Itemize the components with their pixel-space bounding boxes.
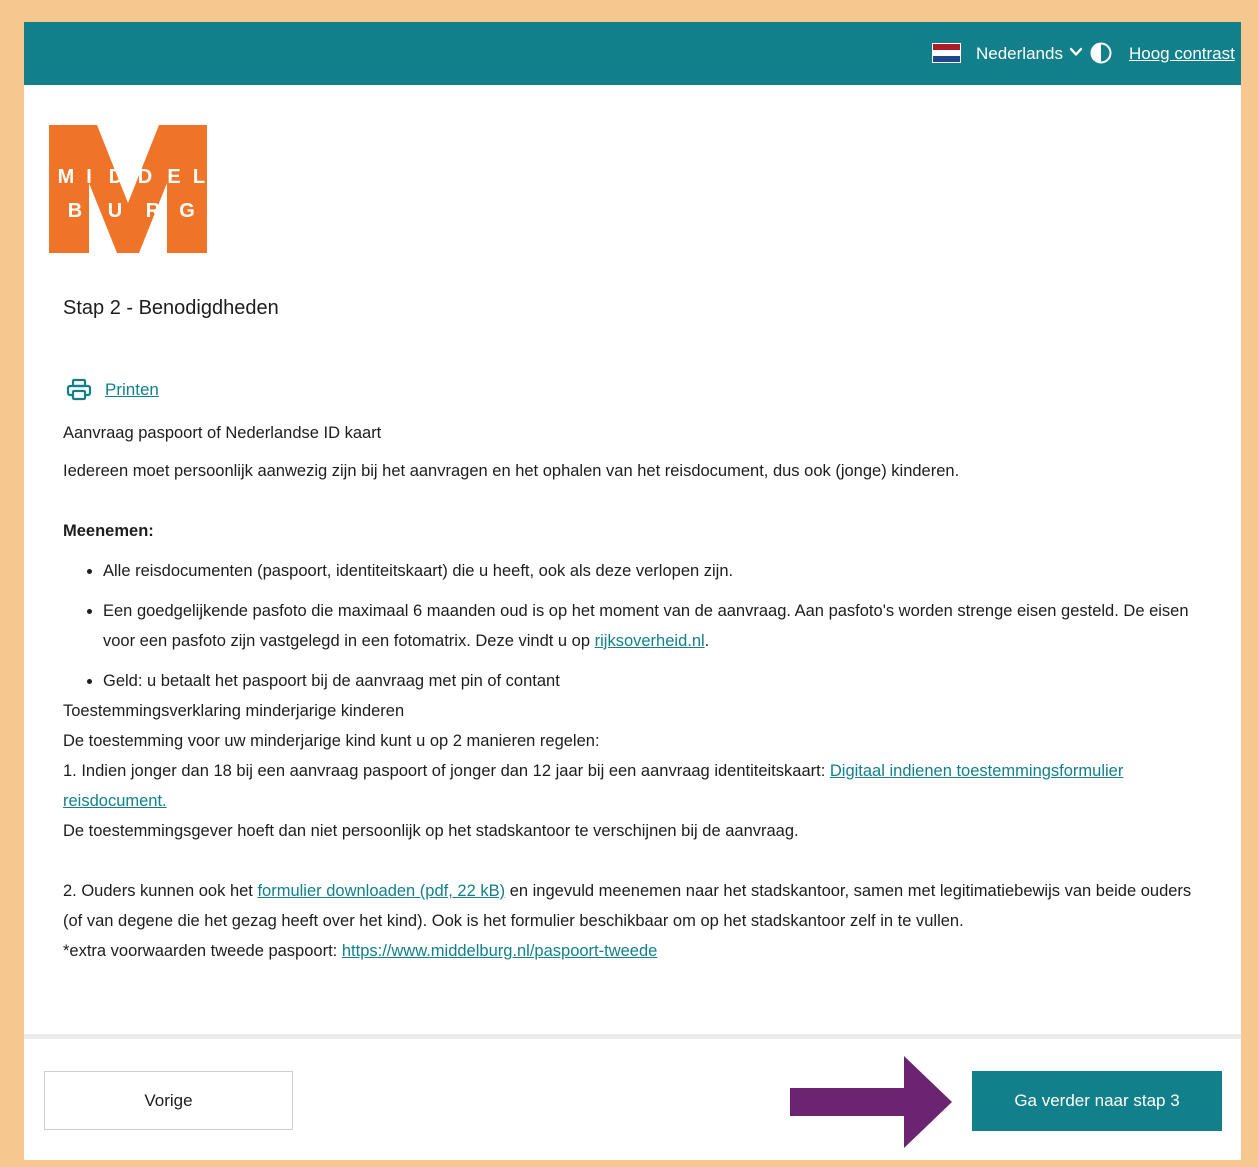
bring-label: Meenemen: — [63, 522, 154, 540]
print-link[interactable]: Printen — [105, 380, 159, 400]
high-contrast-link[interactable]: Hoog contrast — [1129, 43, 1235, 65]
content-heading: Aanvraag paspoort of Nederlandse ID kaar… — [63, 424, 382, 442]
language-selector[interactable]: Nederlands — [976, 43, 1063, 65]
top-bar: Nederlands Hoog contrast — [24, 22, 1241, 85]
consent-option-1: 1. Indien jonger dan 18 bij een aanvraag… — [63, 762, 1124, 810]
svg-text:G: G — [179, 200, 195, 222]
previous-button[interactable]: Vorige — [44, 1071, 293, 1130]
consent-title: Toestemmingsverklaring minderjarige kind… — [63, 702, 405, 720]
svg-text:D: D — [109, 166, 123, 188]
main-content: Aanvraag paspoort of Nederlandse ID kaar… — [63, 420, 1213, 966]
consent-option-1-note: De toestemmingsgever hoeft dan niet pers… — [63, 822, 799, 840]
svg-text:I: I — [86, 166, 92, 188]
download-form-link[interactable]: formulier downloaden (pdf, 22 kB) — [257, 882, 505, 900]
step-title: Stap 2 - Benodigdheden — [63, 297, 279, 319]
list-item: Geld: u betaalt het paspoort bij de aanv… — [103, 666, 1213, 696]
svg-text:L: L — [193, 166, 205, 188]
footer-divider — [24, 1034, 1241, 1039]
middelburg-logo: M I D D E L B U R G — [49, 125, 207, 253]
rijksoverheid-link[interactable]: rijksoverheid.nl — [595, 632, 705, 650]
dutch-flag-icon — [932, 43, 961, 63]
svg-text:B: B — [68, 200, 82, 222]
arrow-right-icon — [790, 1056, 952, 1148]
list-item: Een goedgelijkende pasfoto die maximaal … — [103, 596, 1213, 656]
consent-intro: De toestemming voor uw minderjarige kind… — [63, 732, 600, 750]
svg-text:R: R — [146, 200, 161, 222]
extra-conditions: *extra voorwaarden tweede paspoort: http… — [63, 942, 658, 960]
svg-text:D: D — [138, 166, 152, 188]
list-item: Alle reisdocumenten (paspoort, identitei… — [103, 556, 1213, 586]
consent-option-2: 2. Ouders kunnen ook het formulier downl… — [63, 882, 1192, 930]
requirements-list: Alle reisdocumenten (paspoort, identitei… — [63, 556, 1213, 696]
page-frame: Nederlands Hoog contrast M I D D E L B U… — [24, 22, 1241, 1160]
second-passport-link[interactable]: https://www.middelburg.nl/paspoort-tweed… — [342, 942, 658, 960]
chevron-down-icon — [1069, 47, 1083, 56]
svg-text:U: U — [108, 200, 122, 222]
contrast-icon[interactable] — [1090, 42, 1112, 64]
intro-text: Iedereen moet persoonlijk aanwezig zijn … — [63, 462, 960, 480]
svg-text:M: M — [58, 166, 75, 188]
svg-text:E: E — [167, 166, 180, 188]
printer-icon — [66, 378, 92, 401]
next-step-button[interactable]: Ga verder naar stap 3 — [972, 1071, 1222, 1131]
